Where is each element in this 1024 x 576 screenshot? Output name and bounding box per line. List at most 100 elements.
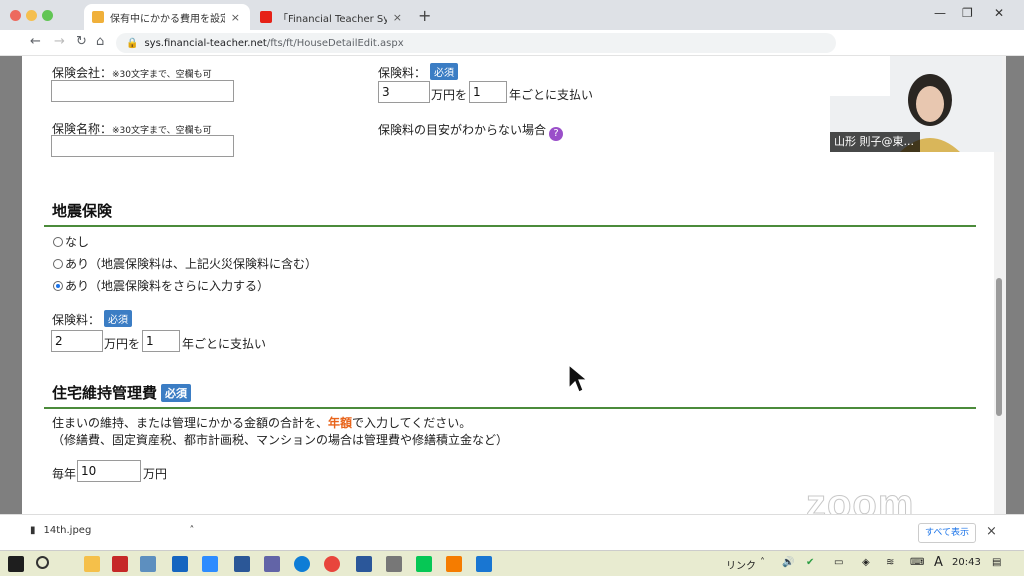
close-window-dot[interactable] [10, 10, 21, 21]
earthquake-option-none[interactable]: なし [53, 233, 89, 250]
section-divider [44, 225, 976, 227]
radio-button[interactable] [53, 236, 63, 247]
required-badge: 必須 [161, 384, 192, 402]
app-icon[interactable] [140, 556, 156, 572]
fire-premium-input[interactable]: 3 [378, 81, 430, 103]
insurance-name-input[interactable] [51, 135, 234, 157]
annual-emphasis: 年額 [328, 416, 353, 430]
edge-icon[interactable] [294, 556, 310, 572]
zoom-icon[interactable] [202, 556, 218, 572]
earthquake-years-suffix: 年ごとに支払い [182, 337, 267, 351]
volume-icon[interactable]: 🔊 [782, 557, 794, 568]
yearly-maintenance-input[interactable]: 10 [77, 460, 141, 482]
chevron-up-icon[interactable]: ˄ [760, 557, 765, 568]
yearly-unit: 万円 [143, 467, 168, 481]
earthquake-option-separate[interactable]: あり（地震保険料をさらに入力する） [53, 277, 269, 294]
participant-name: 山形 則子@東... [830, 132, 920, 152]
insurer-label: 保険会社：※30文字まで、空欄も可 [52, 66, 212, 80]
premium-help-link[interactable]: 保険料の目安がわからない場合? [378, 121, 564, 141]
earthquake-title: 地震保険 [52, 202, 113, 220]
earthquake-option-included[interactable]: あり（地震保険料は、上記火災保険料に含む） [53, 255, 317, 272]
insurer-hint: ※30文字まで、空欄も可 [112, 70, 212, 80]
help-icon[interactable]: ? [549, 127, 564, 141]
url-path: /fts/ft/HouseDetailEdit.aspx [266, 37, 404, 49]
search-icon[interactable] [36, 556, 49, 569]
fire-years-suffix: 年ごとに支払い [509, 88, 594, 102]
earthquake-premium-unit: 万円を [104, 337, 141, 351]
insurer-input[interactable] [51, 80, 234, 102]
chevron-up-icon[interactable]: ˄ [189, 525, 194, 536]
chart-favicon-icon [92, 11, 104, 23]
yearly-label: 毎年 [52, 467, 77, 481]
maximize-window-dot[interactable] [42, 10, 53, 21]
shield-icon[interactable]: ◈ [862, 557, 870, 568]
download-filename: 14th.jpeg [43, 525, 92, 536]
address-bar: ← → ↻ ⌂ 🔒 sys.financial-teacher.net/fts/… [0, 30, 1024, 56]
windows-taskbar: リンク ˄ 🔊 ✔ ▭ ◈ ≋ ⌨ A 20:43 ▤ [0, 550, 1024, 576]
teams-icon[interactable] [264, 556, 280, 572]
section-divider [44, 407, 976, 409]
youtube-favicon-icon [260, 11, 272, 23]
shelf-close-button[interactable]: × [986, 524, 997, 539]
battery-icon[interactable]: ▭ [834, 557, 843, 568]
screen: 保有中にかかる費用を設定 - Fina × 「Financial Teacher… [0, 0, 1024, 576]
line-icon[interactable] [416, 556, 432, 572]
url-host: sys.financial-teacher.net [144, 37, 267, 49]
earthquake-premium-input[interactable]: 2 [51, 330, 103, 352]
ime-indicator[interactable]: A [934, 555, 943, 570]
show-all-button[interactable]: すべて表示 [918, 523, 976, 543]
new-tab-button[interactable]: + [418, 6, 431, 25]
maintenance-examples: （修繕費、固定資産税、都市計画税、マンションの場合は管理費や修繕積立金など） [52, 433, 509, 447]
keyboard-icon[interactable]: ⌨ [910, 557, 924, 568]
download-item[interactable]: ▮ 14th.jpeg ˄ [30, 525, 194, 536]
check-icon[interactable]: ✔ [806, 557, 814, 568]
radio-button[interactable] [53, 258, 63, 269]
powerpoint-icon[interactable] [446, 556, 462, 572]
chrome-icon[interactable] [324, 556, 340, 572]
start-icon[interactable] [8, 556, 24, 572]
mouse-cursor-icon [568, 364, 588, 393]
earthquake-years-input[interactable]: 1 [142, 330, 180, 352]
restore-icon[interactable]: ❐ [962, 6, 973, 20]
url-field[interactable]: 🔒 sys.financial-teacher.net/fts/ft/House… [116, 33, 836, 53]
tab-close-icon[interactable]: × [231, 11, 240, 24]
app-icon[interactable] [386, 556, 402, 572]
file-icon: ▮ [30, 525, 36, 536]
notification-icon[interactable]: ▤ [992, 557, 1001, 568]
pdf-icon[interactable] [112, 556, 128, 572]
required-badge: 必須 [430, 63, 459, 80]
scrollbar-thumb[interactable] [996, 278, 1002, 416]
fire-years-input[interactable]: 1 [469, 81, 507, 103]
browser-tab-strip: 保有中にかかる費用を設定 - Fina × 「Financial Teacher… [0, 0, 1024, 30]
required-badge: 必須 [104, 310, 133, 327]
tab-title: 保有中にかかる費用を設定 - Fina [110, 13, 225, 25]
earthquake-premium-label: 保険料： 必須 [52, 310, 133, 328]
close-icon[interactable]: ✕ [994, 6, 1004, 20]
radio-button-selected[interactable] [53, 280, 63, 291]
wifi-icon[interactable]: ≋ [886, 557, 894, 568]
zoom-video-thumbnail[interactable]: 山形 則子@東... [830, 56, 1002, 152]
photos-icon[interactable] [234, 556, 250, 572]
maintenance-description: 住まいの維持、または管理にかかる金額の合計を、年額で入力してください。 [52, 416, 472, 430]
tab-financial-teacher[interactable]: 「Financial Teacher System8」 × [252, 4, 412, 30]
mail-icon[interactable] [172, 556, 188, 572]
forward-button[interactable]: → [54, 34, 65, 49]
word-icon[interactable] [356, 556, 372, 572]
clock[interactable]: 20:43 [952, 557, 981, 568]
home-button[interactable]: ⌂ [96, 34, 104, 49]
minimize-icon[interactable]: — [934, 6, 946, 20]
tab-title: 「Financial Teacher System8」 [278, 13, 387, 25]
tab-house-detail[interactable]: 保有中にかかる費用を設定 - Fina × [84, 4, 250, 30]
fire-premium-unit: 万円を [431, 88, 468, 102]
lock-icon: 🔒 [126, 37, 139, 49]
tab-close-icon[interactable]: × [393, 11, 402, 24]
minimize-window-dot[interactable] [26, 10, 37, 21]
folder-icon[interactable] [84, 556, 100, 572]
media-icon[interactable] [476, 556, 492, 572]
maintenance-title: 住宅維持管理費 必須 [52, 382, 192, 403]
tray-link-label[interactable]: リンク [726, 557, 756, 572]
downloads-shelf: ▮ 14th.jpeg ˄ すべて表示 × [0, 514, 1024, 550]
back-button[interactable]: ← [30, 34, 41, 49]
fire-premium-label: 保険料： 必須 [378, 63, 459, 81]
reload-button[interactable]: ↻ [76, 34, 87, 49]
